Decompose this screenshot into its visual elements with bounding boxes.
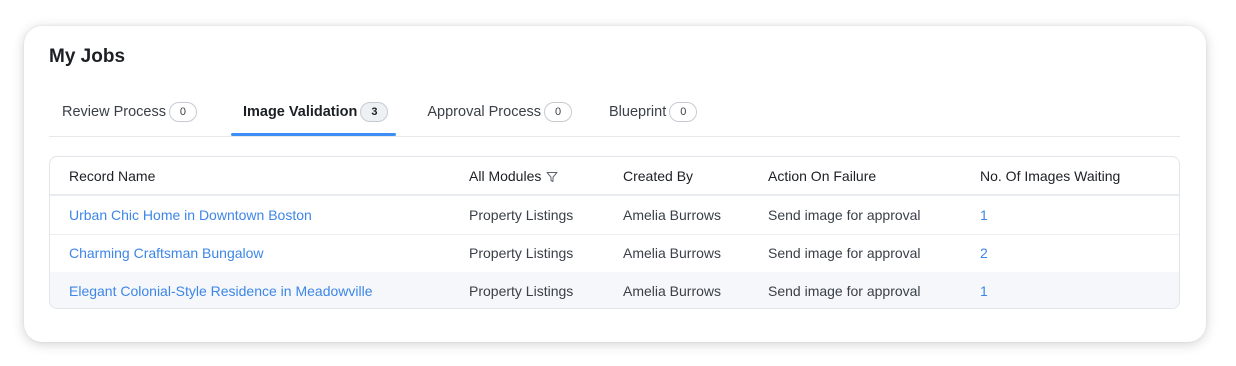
my-jobs-card: My Jobs Review Process 0 Image Validatio…: [24, 26, 1206, 342]
column-header-action-on-failure[interactable]: Action On Failure: [768, 157, 876, 194]
module-cell: Property Listings: [469, 283, 574, 299]
tab-blueprint[interactable]: Blueprint 0: [596, 98, 701, 126]
count-badge: 0: [669, 102, 698, 122]
count-badge: 0: [544, 102, 573, 122]
tab-approval-process[interactable]: Approval Process 0: [414, 98, 576, 126]
images-waiting-link[interactable]: 2: [980, 234, 988, 272]
tab-label: Image Validation: [242, 104, 358, 120]
column-header-label: All Modules: [469, 167, 542, 184]
action-on-failure-cell: Send image for approval: [768, 207, 921, 223]
column-header-images-waiting[interactable]: No. Of Images Waiting: [980, 157, 1120, 194]
column-header-all-modules[interactable]: All Modules: [469, 157, 558, 194]
column-header-record-name[interactable]: Record Name: [69, 157, 155, 194]
table-row[interactable]: Elegant Colonial-Style Residence in Mead…: [50, 272, 1179, 308]
table-row[interactable]: Urban Chic Home in Downtown Boston Prope…: [50, 196, 1179, 235]
job-tabs: Review Process 0 Image Validation 3 Appr…: [49, 98, 1180, 137]
tab-label: Approval Process: [427, 104, 542, 120]
table-header-row: Record Name All Modules Created By Actio…: [50, 157, 1179, 196]
tab-image-validation[interactable]: Image Validation 3: [230, 98, 397, 136]
jobs-table: Record Name All Modules Created By Actio…: [49, 156, 1180, 309]
record-name-link[interactable]: Charming Craftsman Bungalow: [69, 234, 264, 272]
action-on-failure-cell: Send image for approval: [768, 245, 921, 261]
table-row[interactable]: Charming Craftsman Bungalow Property Lis…: [50, 234, 1179, 273]
column-header-created-by[interactable]: Created By: [623, 157, 693, 194]
created-by-cell: Amelia Burrows: [623, 245, 722, 261]
images-waiting-link[interactable]: 1: [980, 196, 988, 234]
count-badge: 3: [360, 102, 389, 122]
record-name-link[interactable]: Urban Chic Home in Downtown Boston: [69, 196, 312, 234]
tab-label: Blueprint: [609, 104, 667, 120]
count-badge: 0: [168, 102, 197, 122]
action-on-failure-cell: Send image for approval: [768, 283, 921, 299]
images-waiting-link[interactable]: 1: [980, 272, 988, 308]
module-cell: Property Listings: [469, 245, 574, 261]
tab-label: Review Process: [62, 104, 166, 120]
module-cell: Property Listings: [469, 207, 574, 223]
filter-icon[interactable]: [546, 170, 558, 182]
created-by-cell: Amelia Burrows: [623, 283, 722, 299]
page-title: My Jobs: [49, 46, 126, 67]
created-by-cell: Amelia Burrows: [623, 207, 722, 223]
tab-review-process[interactable]: Review Process 0: [49, 98, 201, 126]
record-name-link[interactable]: Elegant Colonial-Style Residence in Mead…: [69, 272, 373, 308]
